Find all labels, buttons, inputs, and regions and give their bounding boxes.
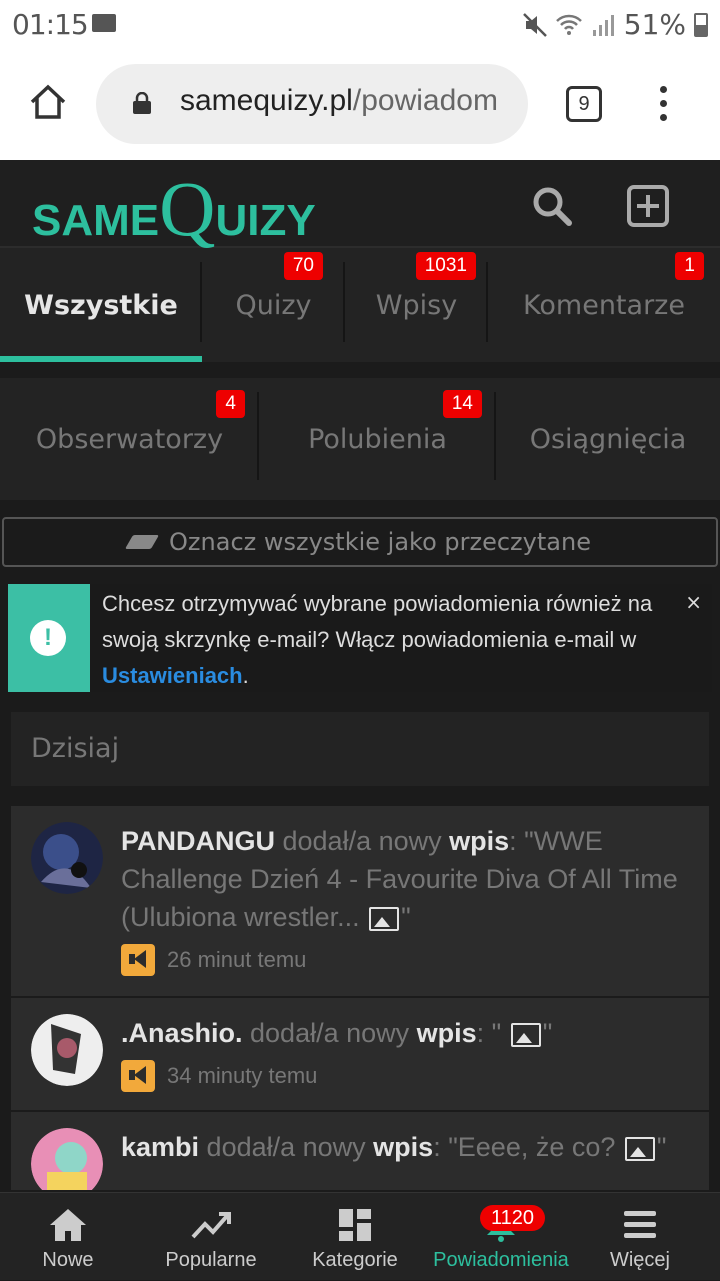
bottom-navigation: Nowe Popularne Kategorie 1120 Powiadomie… xyxy=(0,1192,720,1280)
tab-label: Obserwatorzy xyxy=(35,423,224,455)
nav-kategorie[interactable]: Kategorie xyxy=(286,1193,424,1281)
folder-icon xyxy=(92,14,116,32)
notification-text: .Anashio. dodał/a nowy wpis: " " xyxy=(121,1018,553,1048)
tab-quizy[interactable]: Quizy 70 xyxy=(202,248,345,362)
email-notice-banner: ! Chcesz otrzymywać wybrane powiadomieni… xyxy=(8,584,712,692)
trending-icon xyxy=(191,1212,231,1239)
browser-toolbar: samequizy.pl/powiadom 9 xyxy=(0,50,720,160)
tab-label: Wpisy xyxy=(375,289,458,321)
tab-label: Wszystkie xyxy=(24,289,178,321)
categories-icon xyxy=(339,1209,371,1241)
image-icon xyxy=(624,1136,655,1161)
address-bar[interactable]: samequizy.pl/powiadom xyxy=(96,64,528,144)
avatar[interactable] xyxy=(31,822,103,894)
close-icon[interactable]: × xyxy=(685,590,702,614)
nav-label: Powiadomienia xyxy=(433,1249,569,1271)
home-button-icon[interactable] xyxy=(28,82,68,122)
megaphone-icon xyxy=(121,944,155,976)
signal-icon xyxy=(592,14,614,36)
url-text[interactable]: samequizy.pl/powiadom xyxy=(180,84,498,118)
status-bar: 01:15 51% xyxy=(0,0,720,50)
image-icon xyxy=(369,906,400,931)
notification-text: PANDANGU dodał/a nowy wpis: "WWE Challen… xyxy=(121,826,678,932)
mute-icon xyxy=(522,12,547,37)
tab-label: Polubienia xyxy=(308,423,447,455)
tab-wpisy[interactable]: Wpisy 1031 xyxy=(345,248,488,362)
tab-label: Komentarze xyxy=(523,289,685,321)
notification-meta: 26 minut temu xyxy=(121,944,306,976)
home-icon xyxy=(50,1209,86,1241)
tab-label: Quizy xyxy=(235,289,312,321)
tab-osiagniecia[interactable]: Osiągnięcia xyxy=(496,378,720,500)
timestamp: 34 minuty temu xyxy=(167,1063,318,1088)
tab-wszystkie[interactable]: Wszystkie xyxy=(0,248,202,362)
username-link[interactable]: PANDANGU xyxy=(121,826,275,856)
wpisy-count-badge: 1031 xyxy=(415,252,476,280)
wifi-icon xyxy=(555,14,582,35)
eraser-icon xyxy=(124,535,160,549)
notification-item[interactable]: PANDANGU dodał/a nowy wpis: "WWE Challen… xyxy=(11,806,709,998)
active-tab-indicator xyxy=(0,356,202,362)
nav-label: Więcej xyxy=(609,1249,670,1271)
battery-percent: 51% xyxy=(623,8,686,41)
tab-obserwatorzy[interactable]: Obserwatorzy 4 xyxy=(0,378,259,500)
exclamation-icon: ! xyxy=(30,620,66,656)
tab-komentarze[interactable]: Komentarze 1 xyxy=(488,248,720,362)
megaphone-icon xyxy=(121,1060,155,1092)
nav-label: Popularne xyxy=(165,1249,257,1271)
obserwatorzy-count-badge: 4 xyxy=(216,390,245,418)
samequizy-logo[interactable]: SAMEQUIZY xyxy=(32,164,316,254)
username-link[interactable]: kambi xyxy=(121,1132,199,1162)
search-icon[interactable] xyxy=(530,184,574,228)
nav-powiadomienia[interactable]: 1120 Powiadomienia xyxy=(426,1193,576,1281)
nav-wiecej[interactable]: Więcej xyxy=(580,1193,700,1281)
lock-icon xyxy=(133,92,151,114)
status-time: 01:15 xyxy=(12,8,89,41)
nav-nowe[interactable]: Nowe xyxy=(0,1193,136,1281)
komentarze-count-badge: 1 xyxy=(675,252,704,280)
tab-polubienia[interactable]: Polubienia 14 xyxy=(259,378,496,500)
battery-icon xyxy=(694,12,708,37)
settings-link[interactable]: Ustawieniach xyxy=(102,663,243,688)
notification-text: kambi dodał/a nowy wpis: "Eeee, że co? " xyxy=(121,1132,667,1162)
site-header: SAMEQUIZY xyxy=(0,160,720,252)
section-header-today: Dzisiaj xyxy=(11,712,709,786)
notification-tabs: Wszystkie Quizy 70 Wpisy 1031 Komentarze… xyxy=(0,248,720,362)
notification-item[interactable]: .Anashio. dodał/a nowy wpis: " " 34 minu… xyxy=(11,998,709,1112)
notice-text: Chcesz otrzymywać wybrane powiadomienia … xyxy=(102,591,653,688)
nav-label: Nowe xyxy=(42,1249,94,1271)
nav-popularne[interactable]: Popularne xyxy=(140,1193,282,1281)
notification-item[interactable]: kambi dodał/a nowy wpis: "Eeee, że co? " xyxy=(11,1112,709,1192)
nav-label: Kategorie xyxy=(312,1249,398,1271)
quizy-count-badge: 70 xyxy=(283,252,323,280)
notifications-count-badge: 1120 xyxy=(480,1205,546,1231)
username-link[interactable]: .Anashio. xyxy=(121,1018,243,1048)
menu-icon xyxy=(624,1211,656,1238)
timestamp: 26 minut temu xyxy=(167,947,307,972)
tab-switcher-button[interactable]: 9 xyxy=(566,86,602,122)
polubienia-count-badge: 14 xyxy=(442,390,482,418)
notice-accent-bar: ! xyxy=(8,584,90,692)
image-icon xyxy=(510,1022,541,1047)
mark-all-read-button[interactable]: Oznacz wszystkie jako przeczytane xyxy=(2,517,718,567)
avatar[interactable] xyxy=(31,1014,103,1086)
notification-meta: 34 minuty temu xyxy=(121,1060,317,1092)
browser-menu-icon[interactable] xyxy=(656,84,670,124)
notification-tabs-secondary: Obserwatorzy 4 Polubienia 14 Osiągnięcia xyxy=(0,378,720,500)
avatar[interactable] xyxy=(31,1128,103,1192)
add-icon[interactable] xyxy=(626,184,670,228)
tab-label: Osiągnięcia xyxy=(529,423,687,455)
mark-all-read-label: Oznacz wszystkie jako przeczytane xyxy=(169,528,591,556)
